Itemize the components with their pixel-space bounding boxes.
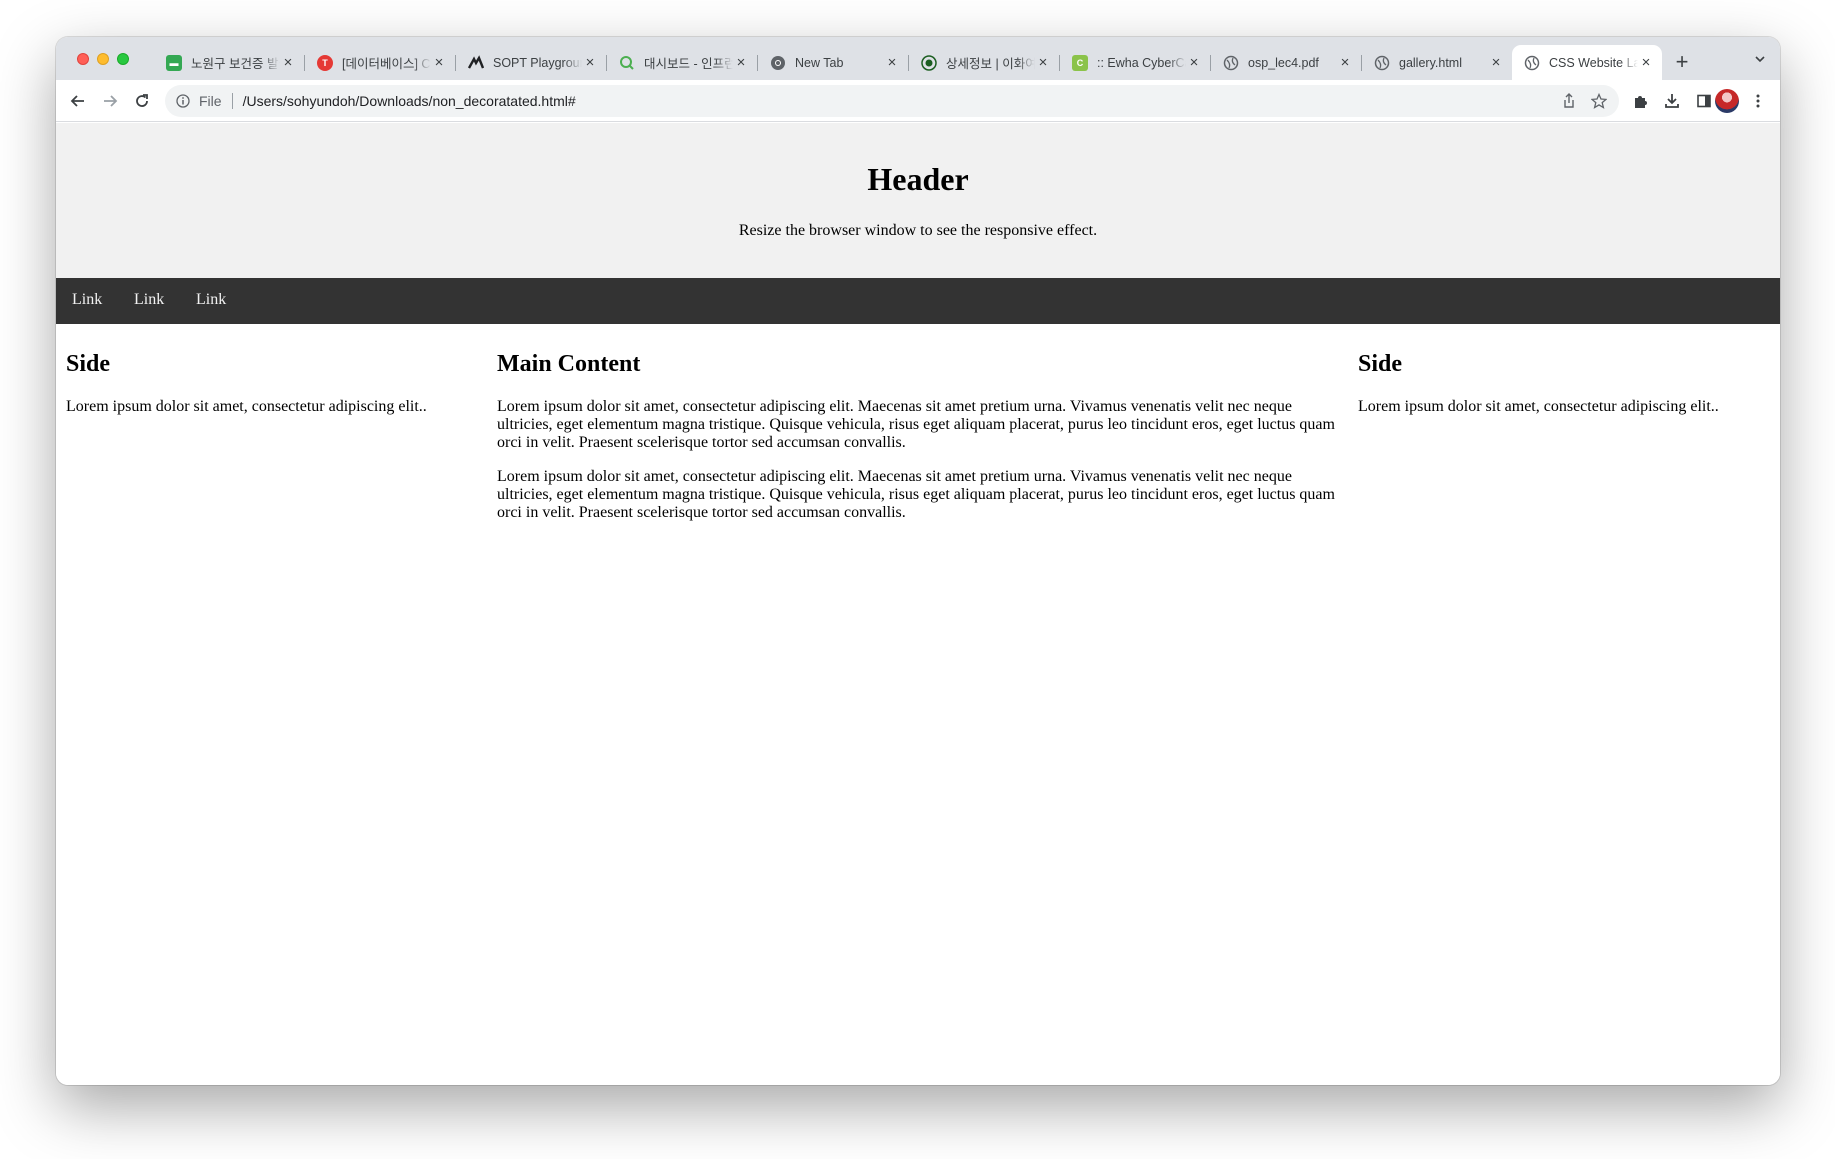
tab-2[interactable]: T [데이터베이스] CH × <box>305 45 456 80</box>
close-tab-icon[interactable]: × <box>1035 54 1051 71</box>
nav-link-2[interactable]: Link <box>134 291 164 309</box>
browser-toolbar: File /Users/sohyundoh/Downloads/non_deco… <box>56 80 1780 122</box>
page-title: Header <box>867 161 969 197</box>
globe-icon <box>1374 55 1390 71</box>
university-seal-icon <box>921 54 937 71</box>
tab-strip: ▬ 노원구 보건증 발급 × T [데이터베이스] CH × SOPT Play… <box>56 37 1780 80</box>
tab-6[interactable]: 상세정보 | 이화여대 × <box>909 45 1060 80</box>
globe-icon <box>1223 55 1239 71</box>
tab-1[interactable]: ▬ 노원구 보건증 발급 × <box>154 45 305 80</box>
red-t-icon: T <box>317 54 333 71</box>
close-tab-icon[interactable]: × <box>1638 54 1654 71</box>
main-paragraph-1: Lorem ipsum dolor sit amet, consectetur … <box>497 398 1335 451</box>
tab-active[interactable]: CSS Website Layout × <box>1512 45 1662 80</box>
close-window-button[interactable] <box>77 53 89 65</box>
right-side-heading: Side <box>1358 351 1403 377</box>
header-subtitle: Resize the browser window to see the res… <box>738 222 1098 239</box>
tab-8[interactable]: osp_lec4.pdf × <box>1211 45 1362 80</box>
downloads-icon[interactable] <box>1660 89 1684 113</box>
green-chat-icon: ▬ <box>166 54 182 71</box>
globe-icon <box>1524 55 1540 71</box>
side-panel-icon[interactable] <box>1692 89 1716 113</box>
tab-title: 대시보드 - 인프런 <box>644 57 733 71</box>
close-tab-icon[interactable]: × <box>733 54 749 71</box>
nav-link-1[interactable]: Link <box>72 291 102 309</box>
browser-window: ▬ 노원구 보건증 발급 × T [데이터베이스] CH × SOPT Play… <box>56 37 1780 1085</box>
kebab-menu-icon[interactable] <box>1746 89 1770 113</box>
top-navigation: Link Link Link <box>56 278 1780 324</box>
page-header: Header Resize the browser window to see … <box>56 123 1780 278</box>
tab-search-chevron-icon[interactable] <box>1750 53 1770 73</box>
url-text[interactable]: /Users/sohyundoh/Downloads/non_decoratat… <box>243 93 576 109</box>
tab-title: osp_lec4.pdf <box>1248 55 1319 70</box>
nav-link-3[interactable]: Link <box>196 291 226 309</box>
tab-title: New Tab <box>795 55 844 70</box>
close-tab-icon[interactable]: × <box>431 54 447 71</box>
profile-avatar[interactable] <box>1715 89 1739 113</box>
main-paragraph-2: Lorem ipsum dolor sit amet, consectetur … <box>497 468 1335 521</box>
forward-arrow-icon[interactable] <box>98 89 122 113</box>
tab-title: :: Ewha CyberCampus <box>1097 55 1186 70</box>
web-page: Header Resize the browser window to see … <box>56 123 1780 1085</box>
close-tab-icon[interactable]: × <box>1337 54 1353 71</box>
left-side-heading: Side <box>66 351 111 377</box>
tab-4[interactable]: 대시보드 - 인프런 × <box>607 45 758 80</box>
tab-7[interactable]: C :: Ewha CyberCampus × <box>1060 45 1211 80</box>
tab-3[interactable]: SOPT Playground × <box>456 45 607 80</box>
close-tab-icon[interactable]: × <box>582 54 598 71</box>
address-bar[interactable]: File /Users/sohyundoh/Downloads/non_deco… <box>165 85 1619 117</box>
info-icon[interactable] <box>175 93 191 109</box>
share-icon[interactable] <box>1559 91 1579 111</box>
left-side-text: Lorem ipsum dolor sit amet, consectetur … <box>66 398 427 415</box>
tab-title: SOPT Playground <box>493 55 582 70</box>
close-tab-icon[interactable]: × <box>1186 54 1202 71</box>
back-arrow-icon[interactable] <box>66 89 90 113</box>
search-leaf-icon <box>619 55 635 71</box>
tab-title: CSS Website Layout <box>1549 55 1638 70</box>
close-tab-icon[interactable]: × <box>280 54 296 71</box>
minimize-window-button[interactable] <box>97 53 109 65</box>
tab-5[interactable]: New Tab × <box>758 45 909 80</box>
new-tab-button[interactable]: + <box>1670 51 1694 75</box>
tab-title: 상세정보 | 이화여대 <box>946 57 1035 71</box>
reload-icon[interactable] <box>130 89 154 113</box>
tab-title: [데이터베이스] CH <box>342 57 431 71</box>
tab-9[interactable]: gallery.html × <box>1362 45 1512 80</box>
extensions-puzzle-icon[interactable] <box>1628 89 1652 113</box>
scheme-label: File <box>199 93 222 109</box>
main-content-heading: Main Content <box>497 351 641 377</box>
chrome-icon <box>770 55 786 71</box>
tab-title: 노원구 보건증 발급 <box>191 57 280 71</box>
omnibox-divider <box>231 93 233 109</box>
c-logo-icon: C <box>1072 54 1088 71</box>
bookmark-star-icon[interactable] <box>1589 91 1609 111</box>
zoom-window-button[interactable] <box>117 53 129 65</box>
sopt-logo-icon <box>468 54 484 71</box>
right-side-text: Lorem ipsum dolor sit amet, consectetur … <box>1358 398 1719 415</box>
close-tab-icon[interactable]: × <box>1488 54 1504 71</box>
tab-title: gallery.html <box>1399 55 1462 70</box>
close-tab-icon[interactable]: × <box>884 54 900 71</box>
